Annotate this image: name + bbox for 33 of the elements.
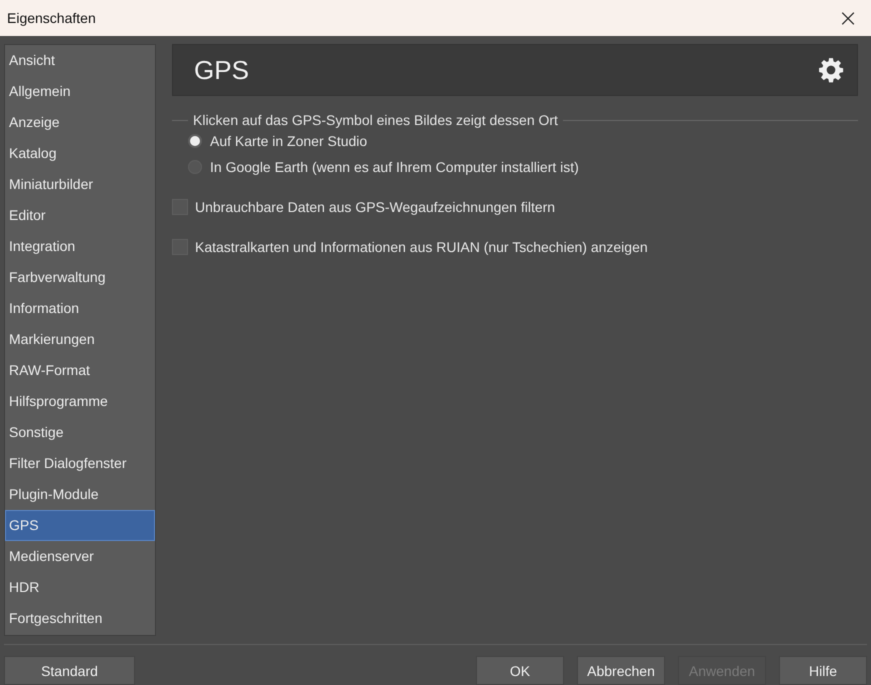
sidebar-item[interactable]: GPS [5, 510, 155, 541]
radio-label: Auf Karte in Zoner Studio [210, 133, 368, 149]
radio-button[interactable] [188, 134, 202, 148]
sidebar-item[interactable]: HDR [5, 572, 155, 603]
dialog-button[interactable]: Abbrechen [577, 656, 665, 685]
sidebar-item[interactable]: Plugin-Module [5, 479, 155, 510]
sidebar-item[interactable]: Katalog [5, 138, 155, 169]
checkbox-label: Katastralkarten und Informationen aus RUIAN (nur Tschechien) anzeigen [195, 239, 648, 255]
checkbox-label: Unbrauchbare Daten aus GPS-Wegaufzeichnungen filtern [195, 199, 556, 215]
sidebar-item[interactable]: Fortgeschritten [5, 603, 155, 634]
sidebar-item[interactable]: Sonstige [5, 417, 155, 448]
close-button[interactable]: × [825, 0, 871, 36]
sidebar-item[interactable]: Anzeige [5, 107, 155, 138]
sidebar-item[interactable]: Information [5, 293, 155, 324]
sidebar-item[interactable]: Miniaturbilder [5, 169, 155, 200]
sidebar-item[interactable]: Allgemein [5, 76, 155, 107]
group-title: Klicken auf das GPS-Symbol eines Bildes zeigt dessen Ort [193, 112, 558, 128]
settings-icon[interactable] [818, 57, 844, 83]
sidebar-item[interactable]: Ansicht [5, 45, 155, 76]
sidebar-item[interactable]: Farbverwaltung [5, 262, 155, 293]
window-title: Eigenschaften [7, 10, 96, 26]
sidebar-item[interactable]: Markierungen [5, 324, 155, 355]
sidebar-item[interactable]: RAW-Format [5, 355, 155, 386]
sidebar-item[interactable]: Editor [5, 200, 155, 231]
sidebar-item[interactable]: Filter Dialogfenster [5, 448, 155, 479]
sidebar-item[interactable]: Medienserver [5, 541, 155, 572]
standard-button[interactable]: Standard [4, 656, 135, 685]
dialog-button[interactable]: OK [476, 656, 564, 685]
sidebar-item[interactable]: Integration [5, 231, 155, 262]
sidebar-item[interactable]: Hilfsprogramme [5, 386, 155, 417]
dialog-button[interactable]: Hilfe [779, 656, 867, 685]
page-title: GPS [194, 54, 249, 86]
radio-label: In Google Earth (wenn es auf Ihrem Computer installiert ist) [210, 159, 579, 175]
